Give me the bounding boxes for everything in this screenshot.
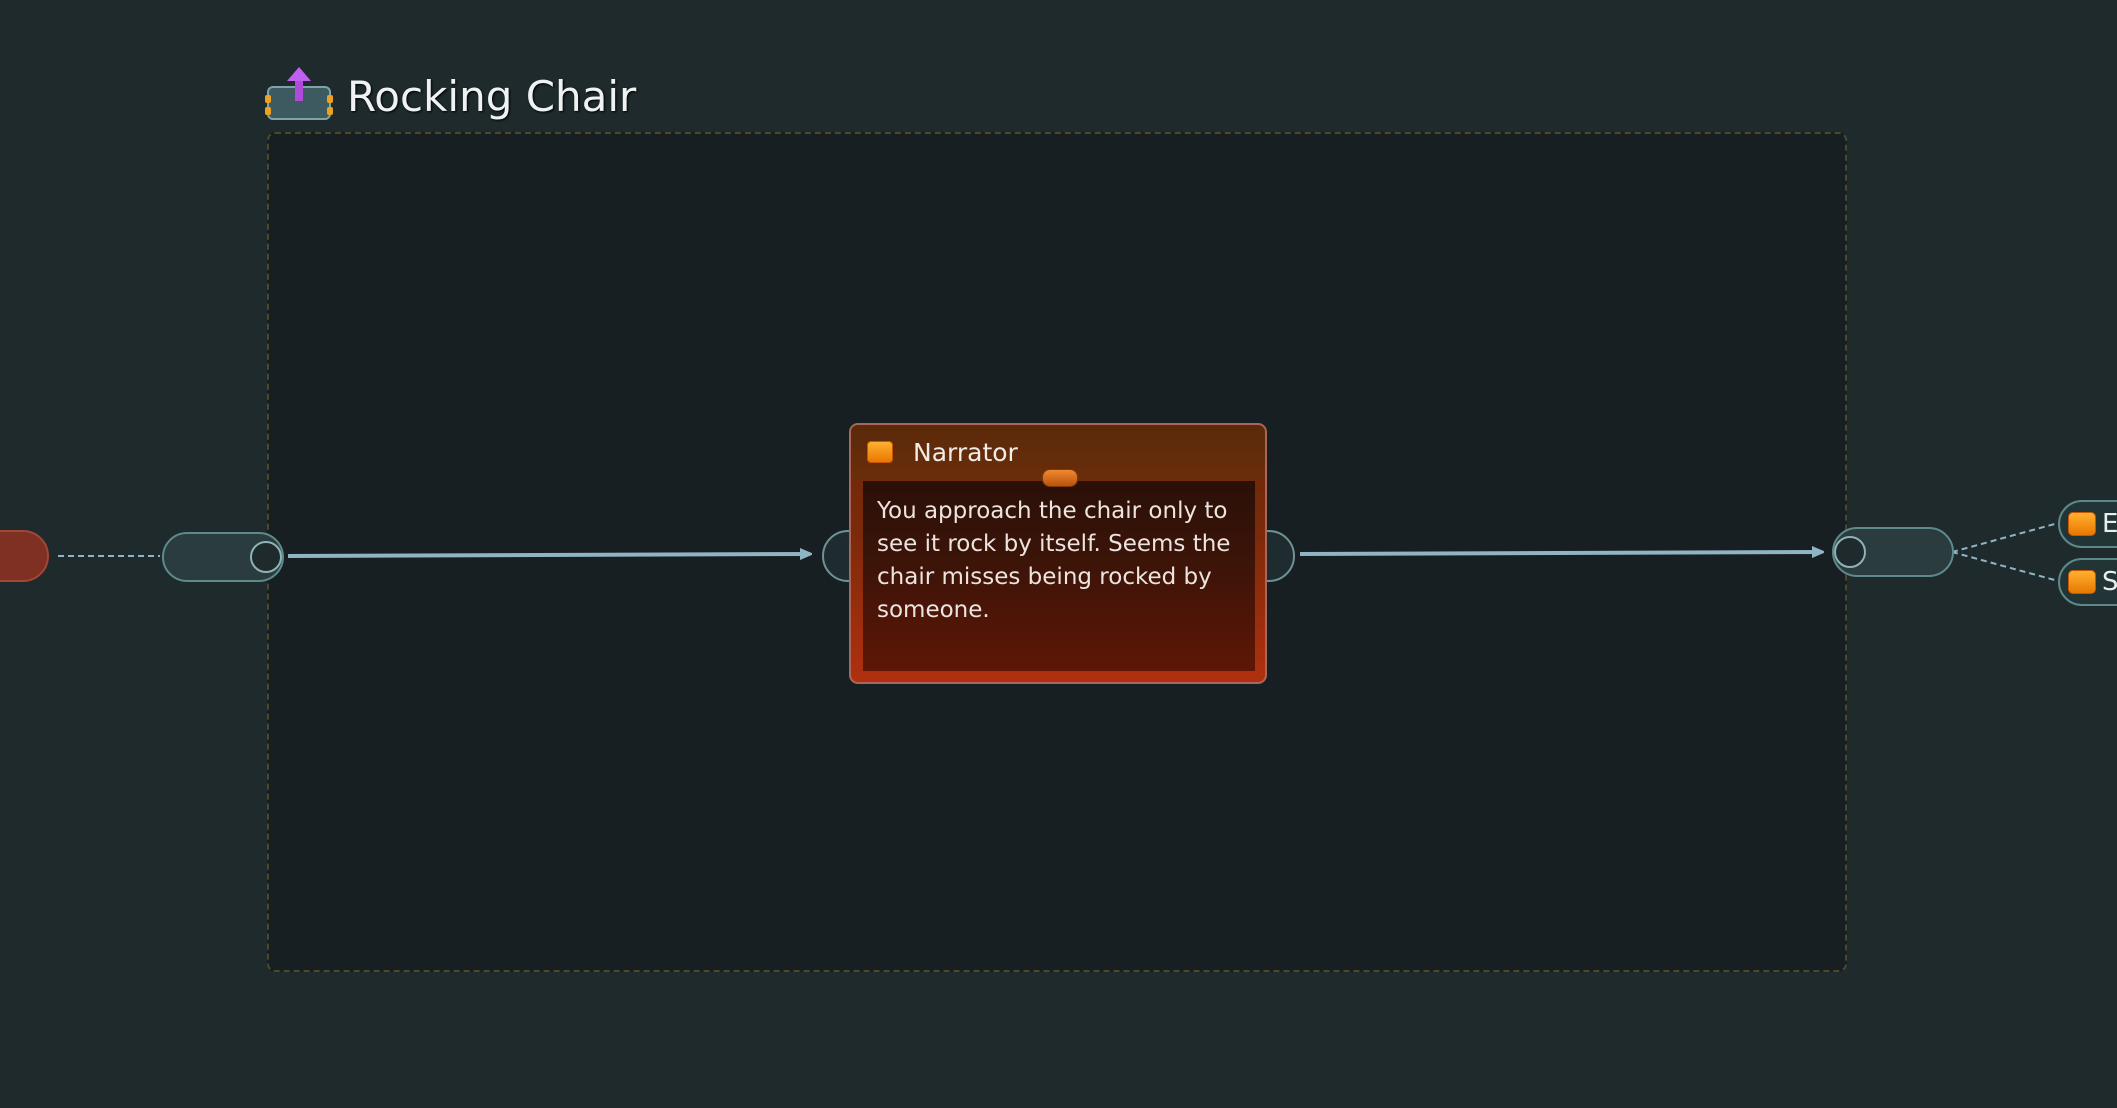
pin-connector[interactable] xyxy=(250,541,282,573)
dialog-text[interactable]: You approach the chair only to see it ro… xyxy=(863,481,1255,671)
link-start-to-dialog xyxy=(287,554,810,556)
dashed-link-e xyxy=(1951,521,2063,553)
speaker-icon xyxy=(2068,512,2096,536)
drag-handle-icon[interactable] xyxy=(1042,469,1078,487)
choice-entry-label: S xyxy=(2102,567,2117,597)
container-input-pin[interactable] xyxy=(162,532,284,582)
speaker-icon xyxy=(867,441,893,463)
dialog-node[interactable]: Narrator You approach the chair only to … xyxy=(849,423,1267,684)
choice-entry-s[interactable]: S xyxy=(2058,558,2117,606)
speaker-icon xyxy=(2068,570,2096,594)
speaker-name: Narrator xyxy=(913,437,1018,467)
dashed-link-s xyxy=(1951,551,2063,583)
choice-entry-e[interactable]: E xyxy=(2058,500,2117,548)
output-hub[interactable] xyxy=(1832,527,1954,577)
hub-connector[interactable] xyxy=(1834,536,1866,568)
flow-canvas[interactable]: Rocking Chair Narrator You approach the … xyxy=(0,0,2117,1108)
link-dialog-to-hub xyxy=(1299,552,1822,554)
choice-entry-label: E xyxy=(2102,509,2117,539)
